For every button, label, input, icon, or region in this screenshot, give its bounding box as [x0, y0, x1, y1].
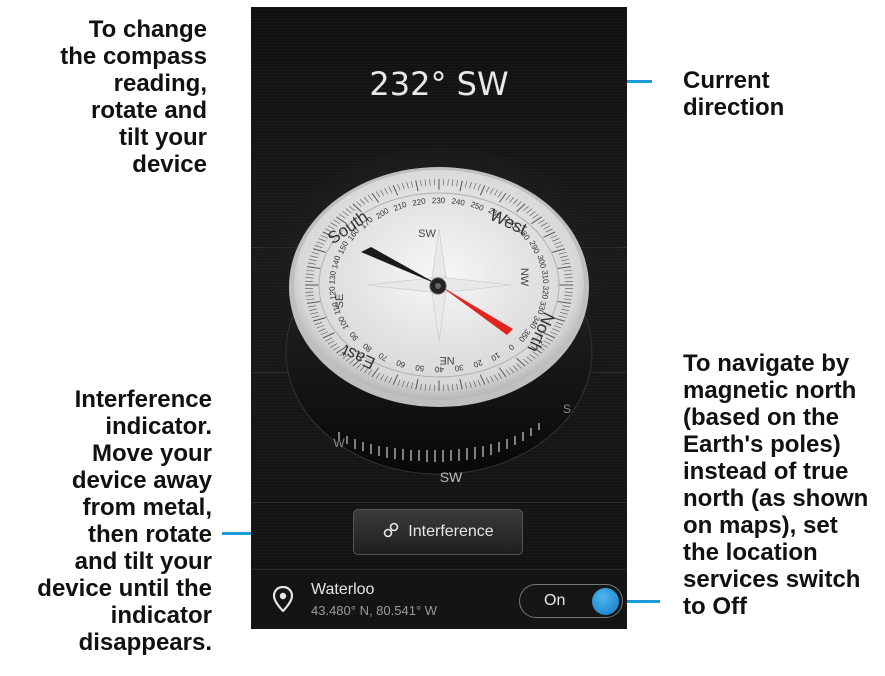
intercardinal-sw: SW: [418, 228, 436, 240]
callout-current-direction: Current direction: [683, 67, 785, 121]
degree-label: 130: [328, 270, 338, 285]
callout-location-services: To navigate by magnetic north (based on …: [683, 350, 869, 620]
intercardinal-ne: NE: [439, 354, 454, 366]
location-coordinates: 43.480° N, 80.541° W: [311, 603, 438, 618]
location-bar: Waterloo 43.480° N, 80.541° W On: [251, 569, 627, 629]
degree-label: 230: [432, 196, 446, 205]
outer-ring-label-sw: SW: [440, 469, 463, 485]
compass-dial[interactable]: SW W S 200 210 220 230 240 250 260270280290300…: [251, 147, 627, 507]
phone-screen: 232° SW SW W S 200 210 220 230 240 250 2…: [251, 7, 627, 629]
toggle-knob[interactable]: [592, 588, 619, 615]
intercardinal-se: SE: [334, 294, 346, 309]
link-icon: [382, 521, 400, 544]
outer-ring-letter-s: S: [563, 402, 571, 416]
intercardinal-nw: NW: [518, 268, 530, 287]
outer-ring-letter-w: W: [333, 436, 345, 450]
location-name: Waterloo: [311, 581, 375, 598]
degree-label: 320: [540, 285, 550, 300]
interference-button[interactable]: Interference: [353, 509, 523, 555]
callout-interference: Interference indicator. Move your device…: [37, 386, 212, 656]
interference-button-label: Interference: [408, 523, 494, 540]
map-pin-icon: [272, 585, 294, 617]
callout-rotate-tilt: To change the compass reading, rotate an…: [60, 16, 207, 178]
degree-label: 310: [540, 270, 550, 285]
location-services-toggle[interactable]: On: [519, 584, 623, 618]
toggle-label: On: [544, 592, 566, 609]
current-direction-readout: 232° SW: [369, 65, 509, 103]
